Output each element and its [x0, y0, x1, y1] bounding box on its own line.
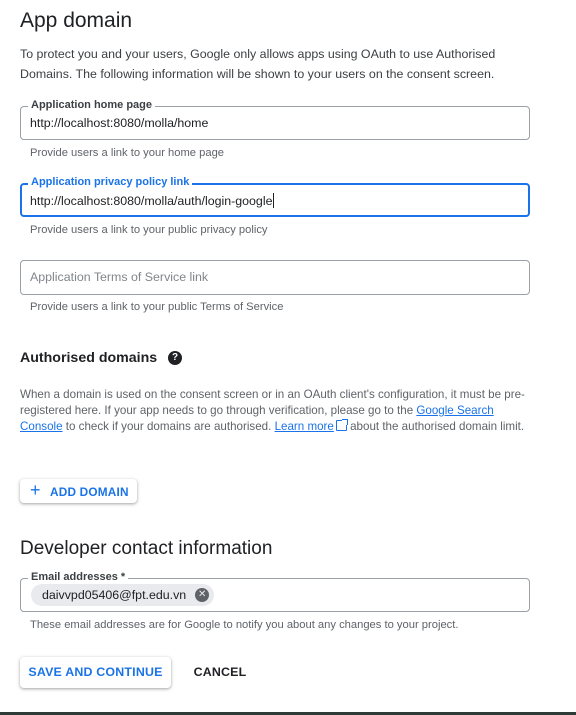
cancel-button[interactable]: CANCEL: [185, 657, 255, 688]
privacy-policy-input[interactable]: http://localhost:8080/molla/auth/login-g…: [30, 193, 275, 208]
remove-chip-icon[interactable]: ✕: [195, 588, 210, 602]
authorised-domains-description: When a domain is used on the consent scr…: [20, 387, 532, 435]
email-chip: daivvpd05406@fpt.edu.vn ✕: [31, 584, 215, 606]
terms-input[interactable]: Application Terms of Service link: [30, 270, 208, 284]
app-domain-description: To protect you and your users, Google on…: [20, 47, 496, 81]
app-domain-title: App domain: [20, 9, 133, 32]
email-hint: These email addresses are for Google to …: [30, 619, 459, 631]
desc-text-2: to check if your domains are authorised.: [62, 420, 275, 433]
privacy-policy-value: http://localhost:8080/molla/auth/login-g…: [30, 194, 273, 208]
help-icon[interactable]: ?: [168, 351, 182, 365]
text-cursor: [273, 193, 275, 208]
add-domain-button[interactable]: + ADD DOMAIN: [20, 479, 137, 503]
privacy-policy-label: Application privacy policy link: [28, 175, 193, 189]
email-addresses-label: Email addresses *: [28, 570, 129, 584]
save-and-continue-button[interactable]: SAVE AND CONTINUE: [20, 657, 171, 688]
email-addresses-field[interactable]: Email addresses * daivvpd05406@fpt.edu.v…: [20, 570, 530, 612]
plus-icon: +: [30, 480, 41, 500]
home-page-input[interactable]: http://localhost:8080/molla/home: [30, 116, 208, 130]
developer-contact-title: Developer contact information: [20, 538, 273, 559]
add-domain-label: ADD DOMAIN: [50, 485, 129, 499]
authorised-domains-title: Authorised domains: [20, 350, 158, 366]
external-link-icon: [335, 419, 348, 431]
learn-more-link[interactable]: Learn more: [275, 420, 334, 433]
desc-text-3: about the authorised domain limit.: [346, 420, 525, 433]
privacy-policy-field[interactable]: Application privacy policy link http://l…: [20, 175, 530, 217]
privacy-policy-hint: Provide users a link to your public priv…: [30, 224, 268, 236]
home-page-field[interactable]: Application home page http://localhost:8…: [20, 98, 530, 140]
terms-hint: Provide users a link to your public Term…: [30, 301, 284, 313]
email-chip-text: daivvpd05406@fpt.edu.vn: [42, 588, 187, 602]
terms-field[interactable]: Application Terms of Service link: [20, 260, 530, 295]
home-page-hint: Provide users a link to your home page: [30, 147, 225, 159]
home-page-label: Application home page: [28, 98, 156, 112]
